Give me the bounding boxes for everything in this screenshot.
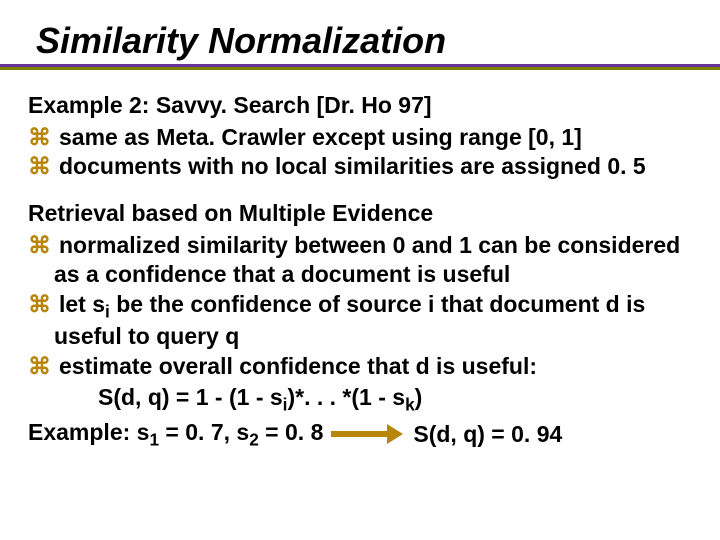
bullet-icon: ⌘ <box>28 353 59 379</box>
bullet-icon: ⌘ <box>28 124 59 150</box>
bullet-icon: ⌘ <box>28 232 59 258</box>
formula: S(d, q) = 1 - (1 - si)*. . . *(1 - sk) <box>98 383 692 416</box>
list-item: ⌘let si be the confidence of source i th… <box>28 290 692 352</box>
list-item: ⌘estimate overall confidence that d is u… <box>28 352 692 381</box>
item-text: normalized similarity between 0 and 1 ca… <box>54 232 680 287</box>
bullet-icon: ⌘ <box>28 153 59 179</box>
item-text: same as Meta. Crawler except using range… <box>59 124 582 150</box>
example-row: Example: s1 = 0. 7, s2 = 0. 8 S(d, q) = … <box>28 418 692 451</box>
section1-heading: Example 2: Savvy. Search [Dr. Ho 97] <box>28 92 692 119</box>
rule-olive <box>0 67 720 70</box>
list-item: ⌘same as Meta. Crawler except using rang… <box>28 123 692 152</box>
arrow-icon <box>331 424 403 444</box>
slide: Similarity Normalization Example 2: Savv… <box>0 0 720 540</box>
page-title: Similarity Normalization <box>36 20 692 62</box>
title-rule <box>28 64 692 70</box>
item-text: let si be the confidence of source i tha… <box>54 291 645 350</box>
example-right: S(d, q) = 0. 94 <box>413 420 562 449</box>
example-left: Example: s1 = 0. 7, s2 = 0. 8 <box>28 418 323 451</box>
section2-heading: Retrieval based on Multiple Evidence <box>28 200 692 227</box>
item-text: documents with no local similarities are… <box>59 153 646 179</box>
list-item: ⌘documents with no local similarities ar… <box>28 152 692 181</box>
section1-list: ⌘same as Meta. Crawler except using rang… <box>28 123 692 182</box>
section2-list: ⌘normalized similarity between 0 and 1 c… <box>28 231 692 381</box>
list-item: ⌘normalized similarity between 0 and 1 c… <box>28 231 692 290</box>
item-text: estimate overall confidence that d is us… <box>59 353 537 379</box>
bullet-icon: ⌘ <box>28 291 59 317</box>
